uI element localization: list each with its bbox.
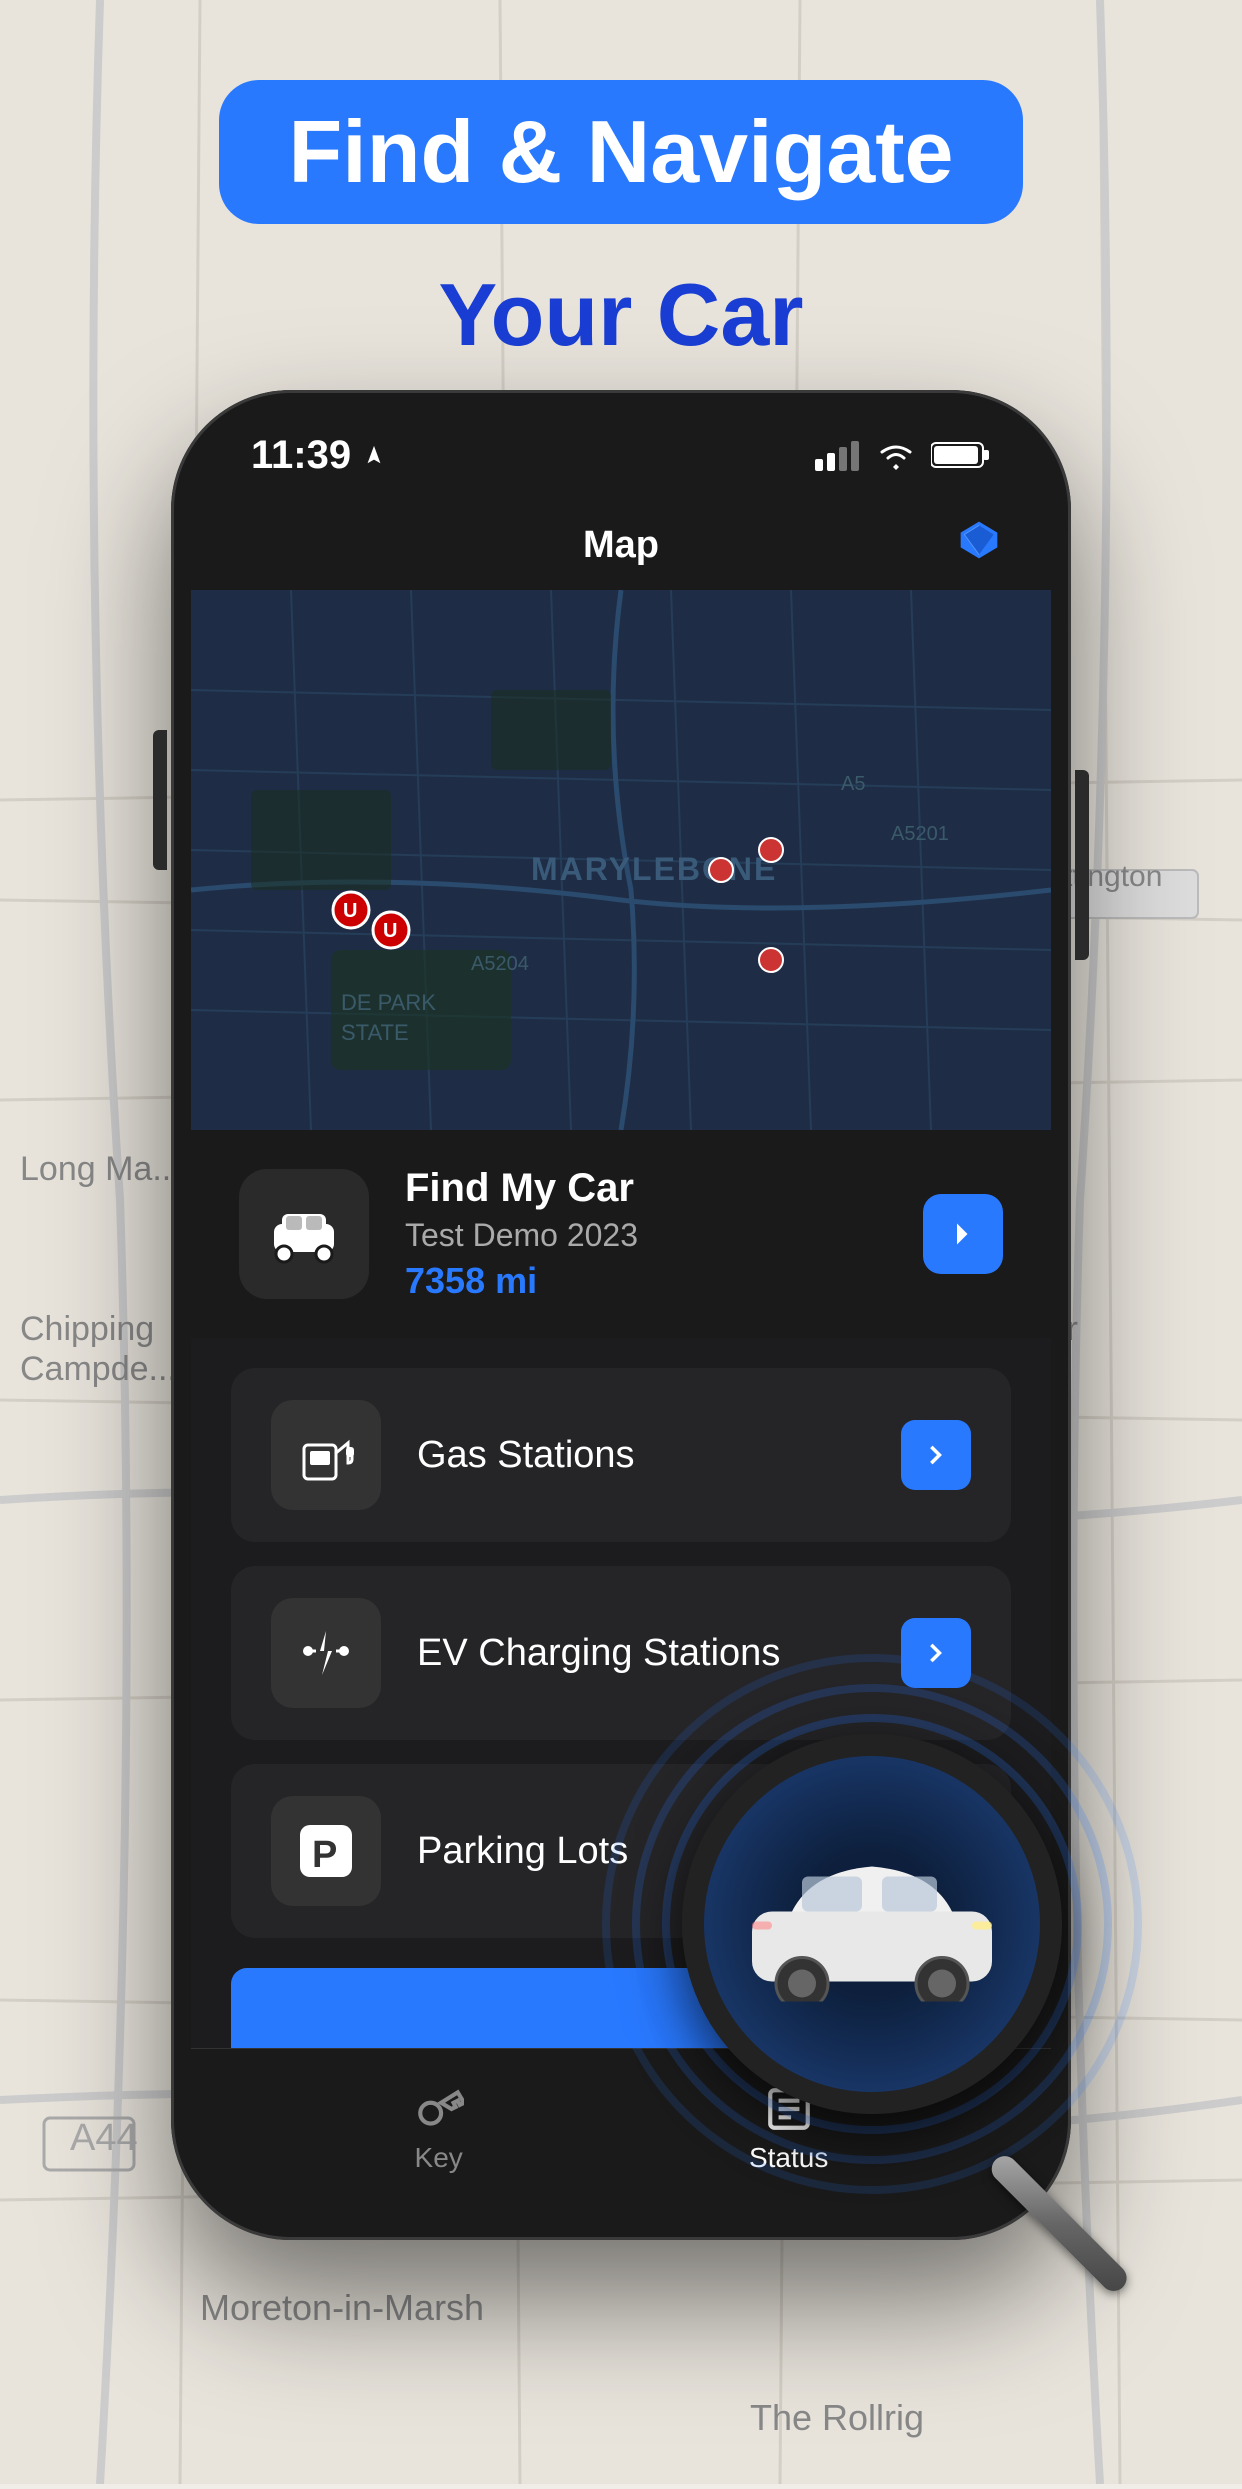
status-icons [815,439,991,471]
svg-text:A5201: A5201 [891,823,949,845]
svg-text:A44: A44 [70,2117,138,2159]
magnifier-glass [682,1734,1062,2114]
svg-text:DE PARK: DE PARK [341,990,436,1015]
svg-text:Campde...: Campde... [20,1350,177,1388]
find-car-distance: 7358 mi [405,1260,887,1302]
diamond-icon [957,518,1001,572]
svg-text:P: P [312,1834,337,1876]
parking-icon: P [296,1821,356,1881]
status-bar: 11:39 [191,410,1051,500]
svg-text:U: U [343,900,357,922]
find-car-title: Find My Car [405,1166,887,1211]
arrow-right-icon [945,1216,981,1252]
find-car-subtitle: Test Demo 2023 [405,1217,887,1254]
header-badge: Find & Navigate [219,80,1024,224]
ev-charging-icon [296,1623,356,1683]
status-time: 11:39 [251,433,385,478]
find-car-info: Find My Car Test Demo 2023 7358 mi [405,1166,887,1302]
find-my-car-card[interactable]: Find My Car Test Demo 2023 7358 mi [191,1130,1051,1338]
tab-key[interactable]: Key [414,2084,464,2174]
find-car-arrow-button[interactable] [923,1194,1003,1274]
phone-nav-bar: Map [191,500,1051,590]
gas-stations-label: Gas Stations [417,1434,865,1477]
svg-text:A5204: A5204 [471,953,529,975]
gas-station-icon-box [271,1400,381,1510]
ev-charging-icon-box [271,1598,381,1708]
signal-icon [815,439,861,471]
svg-text:Moreton-in-Marsh: Moreton-in-Marsh [200,2287,484,2328]
gas-stations-item[interactable]: Gas Stations [231,1368,1011,1542]
car-svg [732,1842,1012,2002]
header: Find & Navigate Your Car [0,0,1242,366]
gas-stations-arrow-button[interactable] [901,1420,971,1490]
svg-text:Chipping: Chipping [20,1310,154,1348]
header-title: Find & Navigate [289,108,954,196]
wifi-icon [877,440,915,470]
key-icon [414,2084,464,2134]
nav-title: Map [583,524,659,567]
magnifier-container [552,1604,1212,2304]
arrow-right-icon [922,1441,950,1469]
location-arrow-icon [363,444,385,466]
svg-text:U: U [383,920,397,942]
phone-map: MARYLEBONE DE PARK STATE A5204 A5201 A5 … [191,590,1051,1130]
car-icon-box [239,1169,369,1299]
parking-icon-box: P [271,1796,381,1906]
svg-text:MARYLEBONE: MARYLEBONE [531,851,777,887]
svg-text:A5: A5 [841,773,865,795]
header-subtitle: Your Car [0,264,1242,366]
svg-text:Long Ma...: Long Ma... [20,1150,181,1188]
tab-key-label: Key [415,2142,463,2174]
gas-station-icon [296,1425,356,1485]
car-in-magnifier [732,1842,1012,2007]
magnifier-handle [986,2151,1132,2297]
svg-text:The Rollrig: The Rollrig [750,2397,924,2438]
svg-text:STATE: STATE [341,1020,409,1045]
notch [541,430,701,470]
battery-icon [931,441,991,469]
car-icon [264,1204,344,1264]
